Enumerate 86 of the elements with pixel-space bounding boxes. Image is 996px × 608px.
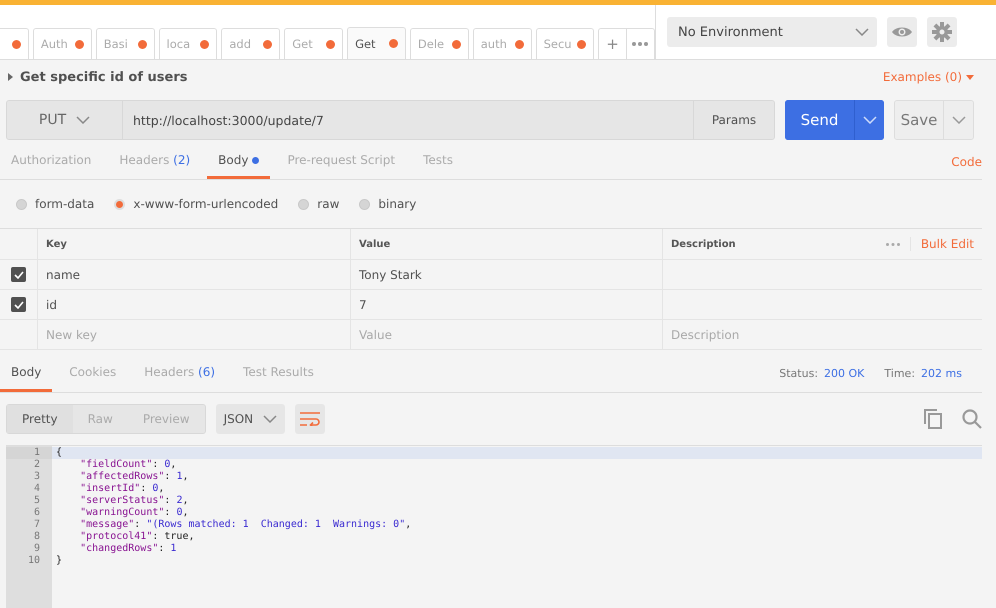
line-number: 4 (32, 483, 41, 495)
caret-down-icon (966, 74, 974, 80)
value-cell[interactable]: Tony Stark (351, 260, 663, 289)
view-mode-tab[interactable]: Preview (128, 405, 205, 433)
request-tab[interactable]: Basi (96, 28, 155, 59)
body-type-option[interactable]: form-data (16, 197, 94, 211)
eye-icon (891, 25, 913, 39)
time-label: Time: (884, 367, 916, 380)
code-line: "serverStatus": 2, (79, 495, 190, 507)
chevron-down-icon (862, 116, 876, 124)
wrap-button[interactable] (295, 404, 326, 434)
new-description-field[interactable]: Description (663, 320, 982, 349)
request-section-tab[interactable]: Pre-request Script (276, 144, 406, 179)
view-mode-tab[interactable]: Pretty (7, 405, 73, 433)
line-number: 10 (26, 555, 41, 567)
line-number: 7 (32, 519, 41, 531)
column-header: Value (351, 229, 663, 259)
code-line: "protocol41": true, (79, 531, 196, 543)
code-link[interactable]: Code (951, 154, 982, 168)
format-dropdown[interactable]: JSON (216, 404, 286, 434)
request-section-tab[interactable]: Body (207, 144, 270, 179)
caret-right-icon (8, 73, 13, 81)
body-type-option[interactable]: x-www-form-urlencoded (114, 197, 278, 211)
request-tab[interactable]: Get (347, 27, 406, 59)
more-icon (886, 242, 900, 246)
key-cell[interactable]: name (38, 260, 351, 289)
request-section-tab[interactable]: Headers (2) (108, 144, 202, 179)
code-line: "insertId": 0, (79, 483, 166, 495)
environment-value: No Environment (678, 24, 783, 40)
line-number: 6 (32, 507, 41, 519)
code-line: "message": "(Rows matched: 1 Changed: 1 Warnings: 0", (79, 519, 412, 531)
request-tab[interactable]: Auth (32, 28, 92, 59)
request-tab[interactable]: Dele (410, 28, 469, 59)
new-value-field[interactable]: Value (351, 320, 663, 349)
copy-icon (924, 409, 942, 429)
line-number: 5 (32, 495, 41, 507)
status-value: 200 OK (824, 367, 864, 380)
value-cell[interactable]: 7 (351, 290, 663, 319)
response-tab[interactable]: Cookies (58, 355, 128, 392)
line-number: 9 (32, 543, 41, 555)
code-line: "affectedRows": 1, (79, 471, 190, 483)
send-options-button[interactable] (854, 100, 884, 140)
bulk-edit-link[interactable]: Bulk Edit (910, 237, 974, 251)
search-icon (962, 409, 982, 429)
request-name: Get specific id of users (20, 70, 188, 84)
request-tab[interactable]: add (221, 28, 280, 59)
request-section-tab[interactable]: Tests (412, 144, 464, 179)
status-label: Status: (779, 367, 818, 380)
examples-dropdown[interactable]: Examples (0) (882, 70, 974, 84)
wrap-lines-icon (300, 412, 320, 426)
body-type-option[interactable]: binary (359, 197, 416, 211)
chevron-down-icon (263, 415, 278, 423)
column-header: Description (671, 238, 736, 250)
settings-icon (932, 22, 952, 42)
time-value: 202 ms (921, 367, 962, 380)
code-line: "warningCount": 0, (79, 507, 190, 519)
key-cell[interactable]: id (38, 290, 351, 319)
code-line: "fieldCount": 0, (79, 459, 178, 471)
request-tab[interactable]: loca (158, 28, 218, 59)
response-tab[interactable]: Test Results (232, 355, 325, 392)
new-key-field[interactable]: New key (38, 320, 351, 349)
body-type-option[interactable]: raw (298, 197, 340, 211)
line-number: 1 (6, 447, 52, 459)
line-number: 3 (32, 471, 41, 483)
code-line: } (55, 555, 64, 567)
checkbox[interactable] (11, 267, 26, 282)
chevron-down-icon (855, 28, 869, 36)
checkbox[interactable] (11, 297, 26, 312)
view-mode-tab[interactable]: Raw (72, 405, 128, 433)
request-section-tab[interactable]: Authorization (0, 144, 102, 179)
settings-button[interactable] (927, 17, 957, 47)
more-icon (632, 42, 648, 46)
checkmark-icon (14, 300, 24, 308)
checkmark-icon (14, 270, 24, 278)
code-line: "changedRows": 1 (79, 543, 178, 555)
column-header: Key (38, 229, 351, 259)
response-tab[interactable]: Headers (6) (133, 355, 226, 392)
eye-button[interactable] (887, 17, 917, 47)
line-number: 8 (32, 531, 41, 543)
request-tab[interactable]: Get (284, 28, 344, 59)
request-tab[interactable]: auth (472, 28, 532, 59)
line-number: 2 (32, 459, 41, 471)
response-tab[interactable]: Body (0, 355, 52, 392)
environment-dropdown[interactable]: No Environment (667, 17, 877, 47)
request-tab[interactable]: Secu (536, 28, 594, 59)
chevron-down-icon (952, 116, 966, 124)
